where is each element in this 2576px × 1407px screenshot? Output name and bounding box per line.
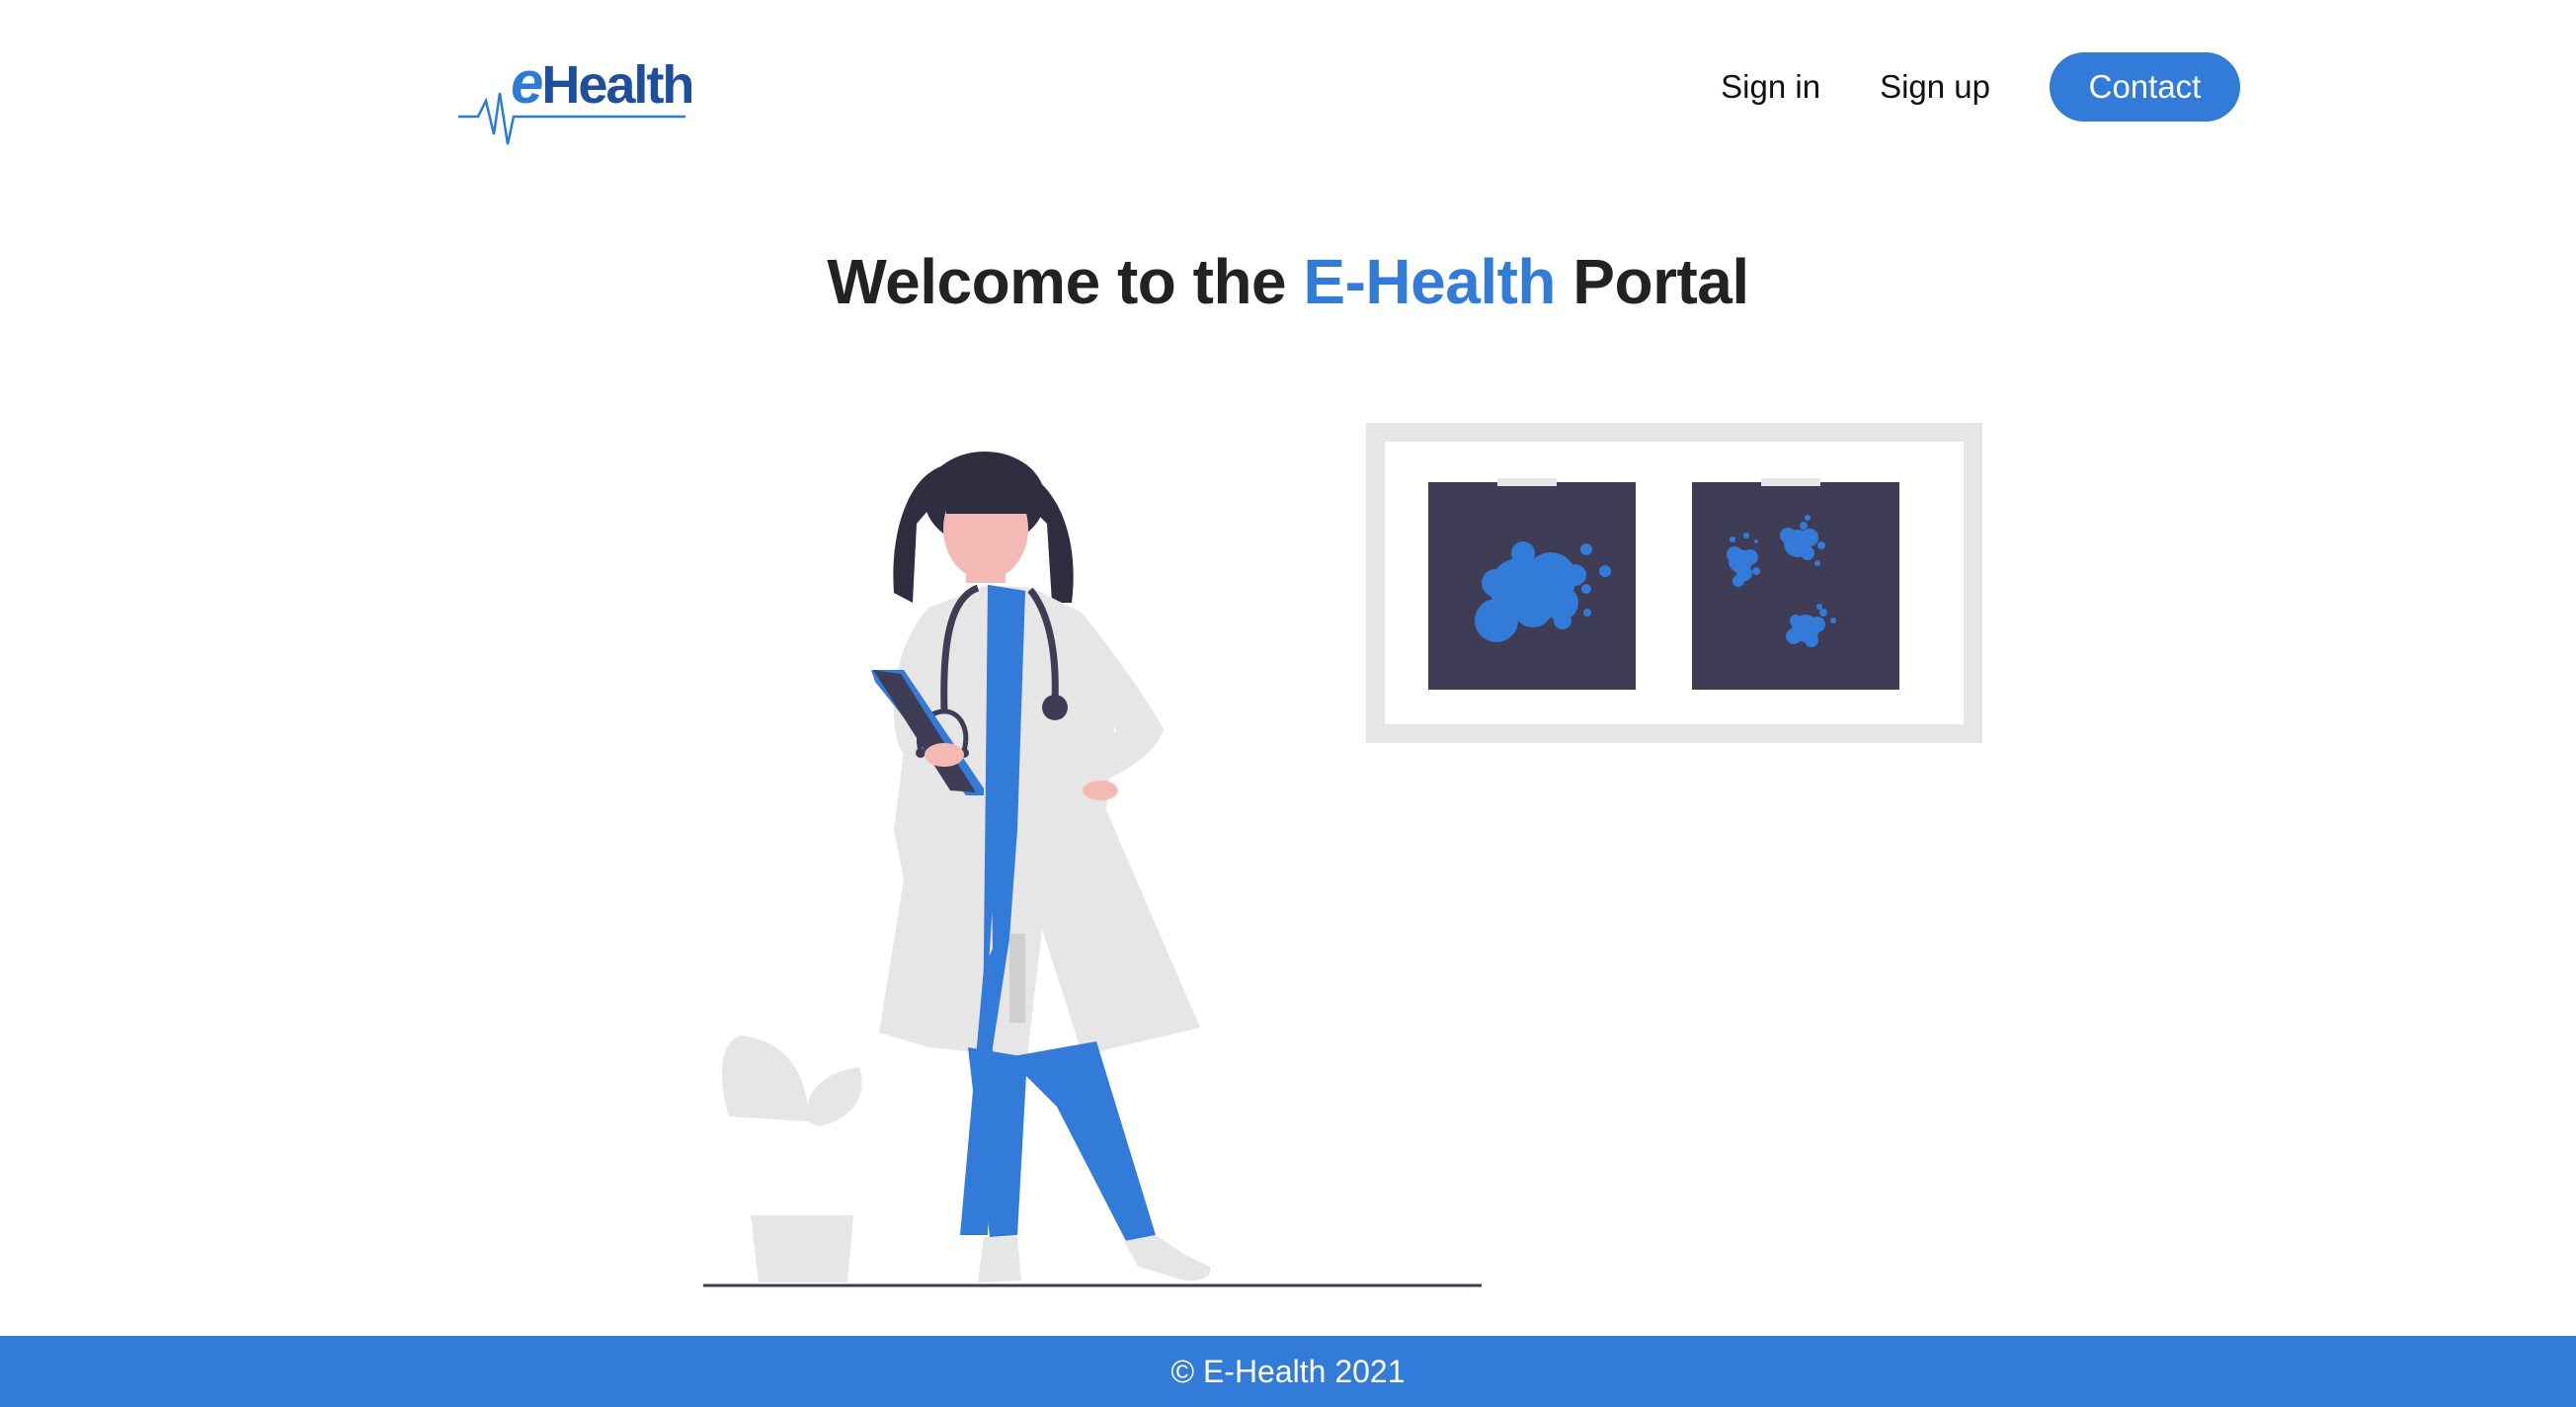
title-accent: E-Health [1303, 246, 1556, 317]
page-footer: © E-Health 2021 [0, 1336, 2576, 1407]
copyright-text: © E-Health 2021 [1170, 1353, 1406, 1389]
page-title: Welcome to the E-Health Portal [827, 246, 1749, 317]
sign-up-link[interactable]: Sign up [1880, 51, 1990, 123]
plant-icon [721, 1035, 862, 1283]
top-nav: Sign in Sign up Contact [1721, 51, 2240, 123]
logo-wordmark: eHealth [511, 49, 694, 116]
doctor-icon [871, 452, 1211, 1283]
doctor-illustration [691, 415, 1995, 1304]
xray-frame-icon [1366, 423, 1982, 743]
ehealth-logo[interactable]: eHealth [456, 53, 694, 148]
sign-in-link[interactable]: Sign in [1721, 51, 1820, 123]
contact-button[interactable]: Contact [2050, 52, 2240, 122]
